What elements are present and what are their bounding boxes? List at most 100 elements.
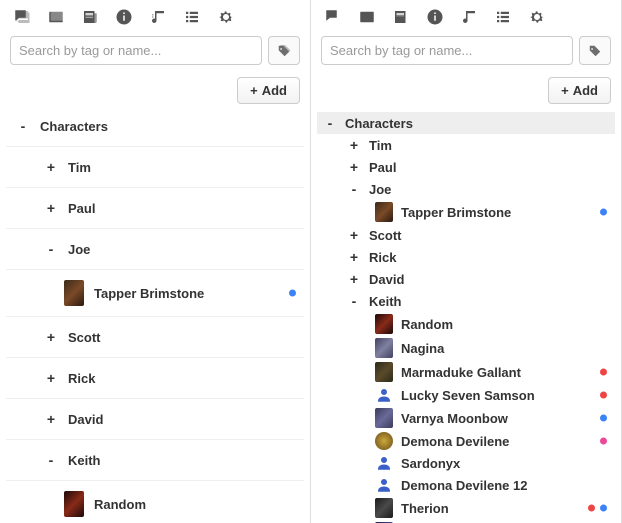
character-name: Marmaduke Gallant <box>401 365 611 380</box>
right-panel: + Add -Characters+Tim+Paul-JoeTapper Bri… <box>311 0 622 523</box>
add-label: Add <box>573 83 598 98</box>
tree-root[interactable]: -Characters <box>6 112 304 146</box>
tag-button[interactable] <box>268 36 300 65</box>
character-row[interactable]: Sardonyx <box>317 452 615 474</box>
character-name: Nagina <box>401 341 611 356</box>
tree-left: -Characters + Tim + Paul -Joe Tapper Brimstone… <box>0 112 310 523</box>
settings-icon[interactable] <box>527 8 547 26</box>
expand-icon[interactable]: + <box>347 159 361 175</box>
collapse-icon[interactable]: - <box>16 118 30 134</box>
status-dot <box>289 290 296 297</box>
tag-button[interactable] <box>579 36 611 65</box>
character-row[interactable]: Demona Devilene 12 <box>317 474 615 496</box>
character-row[interactable]: Tapper Brimstone <box>317 200 615 224</box>
group-label: Scott <box>68 330 300 345</box>
group-row[interactable]: +Scott <box>317 224 615 246</box>
root-label: Characters <box>345 116 611 131</box>
character-row[interactable]: Varnya Moonbow <box>317 406 615 430</box>
character-row[interactable]: Random <box>6 480 304 523</box>
avatar <box>375 498 393 518</box>
avatar <box>375 338 393 358</box>
person-icon <box>375 386 393 404</box>
tree-root[interactable]: -Characters <box>317 112 615 134</box>
group-label: David <box>68 412 300 427</box>
group-label: Tim <box>369 138 611 153</box>
collapse-icon[interactable]: - <box>323 115 337 131</box>
character-row[interactable]: Marmaduke Gallant <box>317 360 615 384</box>
news-icon[interactable] <box>80 8 100 26</box>
collapse-icon[interactable]: - <box>44 241 58 257</box>
character-row[interactable]: Therion <box>317 496 615 520</box>
group-row[interactable]: + Tim <box>6 146 304 187</box>
expand-icon[interactable]: + <box>44 411 58 427</box>
collapse-icon[interactable]: - <box>347 293 361 309</box>
toolbar <box>311 0 621 36</box>
person-icon <box>375 454 393 472</box>
expand-icon[interactable]: + <box>347 137 361 153</box>
expand-icon[interactable]: + <box>347 271 361 287</box>
avatar <box>375 432 393 450</box>
search-input[interactable] <box>10 36 262 65</box>
avatar <box>375 408 393 428</box>
group-label: Joe <box>369 182 611 197</box>
character-name: Tapper Brimstone <box>94 286 298 301</box>
character-name: Demona Devilene <box>401 434 611 449</box>
group-row[interactable]: -Keith <box>6 439 304 480</box>
photos-icon[interactable] <box>46 8 66 26</box>
character-row[interactable]: Random <box>317 312 615 336</box>
group-label: Keith <box>68 453 300 468</box>
chat-icon[interactable] <box>323 8 343 26</box>
status-dot <box>600 505 607 512</box>
status-dot <box>600 392 607 399</box>
character-row[interactable]: Nagina <box>317 336 615 360</box>
expand-icon[interactable]: + <box>347 227 361 243</box>
character-name: Random <box>401 317 611 332</box>
group-label: Tim <box>68 160 300 175</box>
collapse-icon[interactable]: - <box>44 452 58 468</box>
status-dot <box>600 209 607 216</box>
list-icon[interactable] <box>493 8 513 26</box>
group-row[interactable]: + Rick <box>317 246 615 268</box>
group-row[interactable]: + David <box>6 398 304 439</box>
search-input[interactable] <box>321 36 573 65</box>
toolbar <box>0 0 310 36</box>
group-row[interactable]: -Joe <box>317 178 615 200</box>
group-label: Paul <box>68 201 300 216</box>
expand-icon[interactable]: + <box>347 249 361 265</box>
group-row[interactable]: + Paul <box>6 187 304 228</box>
group-row[interactable]: +Rick <box>6 357 304 398</box>
settings-icon[interactable] <box>216 8 236 26</box>
expand-icon[interactable]: + <box>44 329 58 345</box>
group-row[interactable]: +Paul <box>317 156 615 178</box>
group-row[interactable]: + Scott <box>6 316 304 357</box>
character-row[interactable]: Lucky Seven Samson <box>317 384 615 406</box>
add-button[interactable]: + Add <box>548 77 611 104</box>
chat-icon[interactable] <box>12 8 32 26</box>
list-icon[interactable] <box>182 8 202 26</box>
add-label: Add <box>262 83 287 98</box>
collapse-icon[interactable]: - <box>347 181 361 197</box>
expand-icon[interactable]: + <box>44 370 58 386</box>
status-dot <box>600 369 607 376</box>
info-icon[interactable] <box>425 8 445 26</box>
add-button[interactable]: + Add <box>237 77 300 104</box>
status-dot <box>588 505 595 512</box>
group-label: Rick <box>369 250 611 265</box>
photos-icon[interactable] <box>357 8 377 26</box>
character-row[interactable]: Tapper Brimstone <box>6 269 304 316</box>
expand-icon[interactable]: + <box>44 159 58 175</box>
news-icon[interactable] <box>391 8 411 26</box>
search-bar <box>0 36 310 71</box>
expand-icon[interactable]: + <box>44 200 58 216</box>
group-row[interactable]: -Joe <box>6 228 304 269</box>
status-dots <box>598 392 607 399</box>
group-row[interactable]: +David <box>317 268 615 290</box>
music-icon[interactable] <box>459 8 479 26</box>
character-name: Varnya Moonbow <box>401 411 611 426</box>
music-icon[interactable] <box>148 8 168 26</box>
group-row[interactable]: -Keith <box>317 290 615 312</box>
left-panel: + Add -Characters + Tim + Paul -Joe Tapper Bri… <box>0 0 311 523</box>
group-row[interactable]: + Tim <box>317 134 615 156</box>
info-icon[interactable] <box>114 8 134 26</box>
character-row[interactable]: Demona Devilene <box>317 430 615 452</box>
